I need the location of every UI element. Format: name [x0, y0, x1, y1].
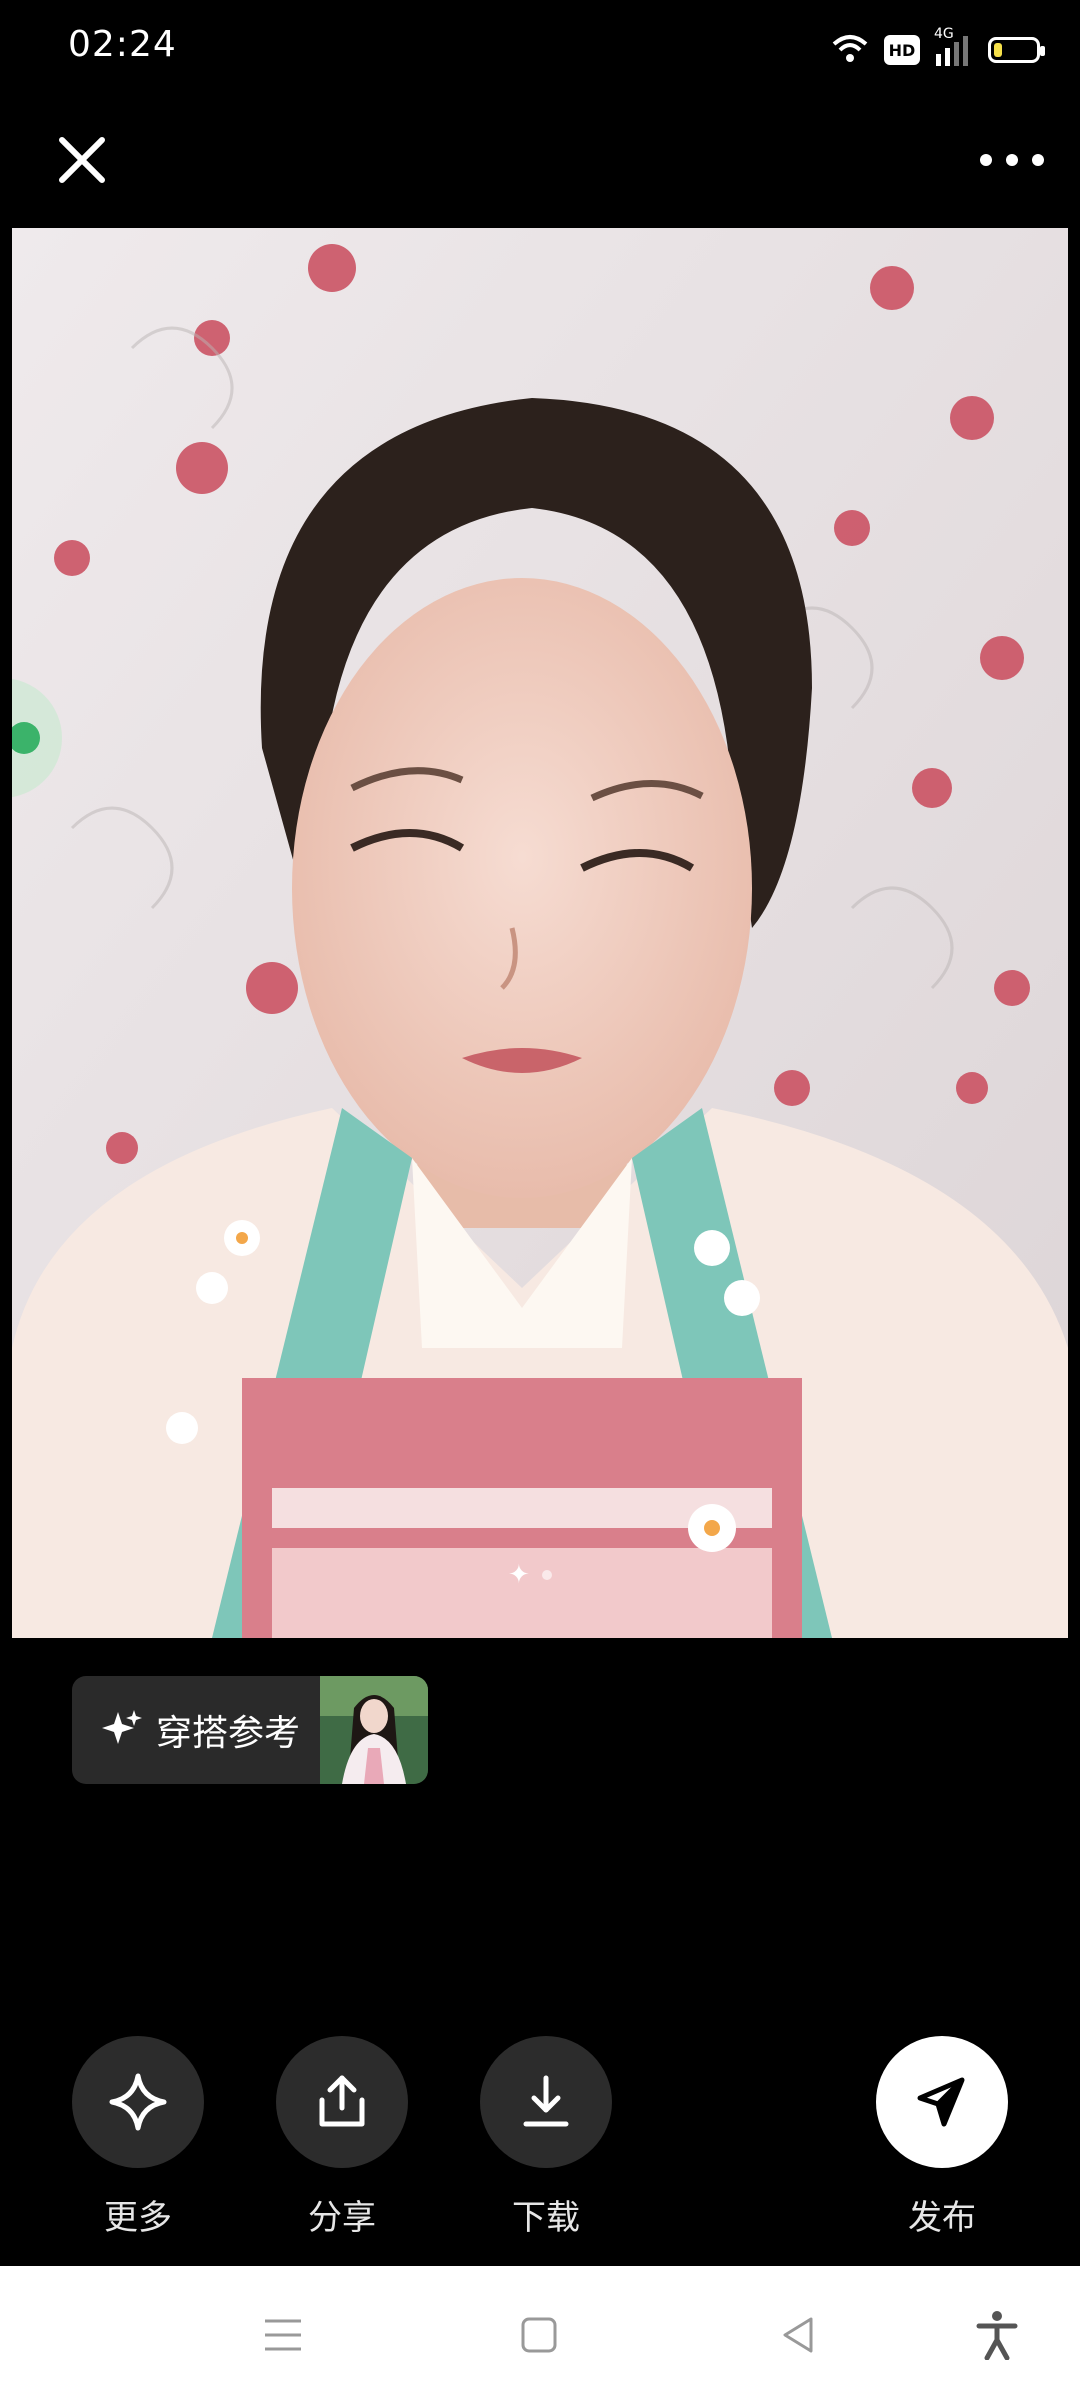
accessibility-icon [976, 2311, 1018, 2360]
more-dot [1006, 154, 1018, 166]
share-action-circle [276, 2036, 408, 2168]
page-dot [541, 1570, 552, 1580]
more-options-button[interactable] [980, 132, 1044, 188]
publish-action-circle [876, 2036, 1008, 2168]
download-action-circle [480, 2036, 612, 2168]
home-square-icon [521, 2317, 557, 2353]
outfit-reference-label-wrap: 穿搭参考 [72, 1676, 320, 1784]
system-nav-bar [0, 2266, 1080, 2400]
close-icon [59, 137, 105, 183]
outfit-reference-button[interactable]: 穿搭参考 [72, 1676, 429, 1784]
download-icon [523, 2075, 569, 2127]
page-indicator: ✦ [508, 1560, 552, 1590]
outfit-thumbnail-image [320, 1676, 429, 1784]
accessibility-button[interactable] [970, 2308, 1024, 2362]
top-bar [0, 96, 1080, 226]
sparkle-page-dot: ✦ [508, 1560, 530, 1590]
outfit-thumbnail [320, 1676, 429, 1784]
sparkle-icon [102, 1710, 142, 1744]
publish-action-label: 发布 [908, 2198, 976, 2238]
more-action-label: 更多 [104, 2198, 172, 2238]
share-action-label: 分享 [308, 2198, 376, 2238]
publish-action[interactable]: 发布 [862, 2036, 1022, 2239]
menu-button[interactable] [256, 2308, 310, 2362]
network-type-label: 4G [934, 26, 954, 42]
generated-photo[interactable] [12, 228, 1068, 1638]
more-action-circle [72, 2036, 204, 2168]
more-dot [980, 154, 992, 166]
portrait-image [12, 228, 1068, 1638]
more-dot [1032, 154, 1044, 166]
share-action[interactable]: 分享 [262, 2036, 422, 2239]
status-time: 02:24 [68, 24, 177, 65]
download-action[interactable]: 下载 [466, 2036, 626, 2239]
download-action-label: 下载 [512, 2198, 580, 2238]
signal-icon: 4G [934, 26, 974, 68]
home-button[interactable] [512, 2308, 566, 2362]
send-icon [917, 2077, 965, 2127]
status-icons: HD 4G [830, 26, 1045, 72]
close-button[interactable] [54, 132, 110, 188]
outfit-reference-label: 穿搭参考 [156, 1713, 301, 1754]
hd-icon: HD [884, 35, 920, 65]
battery-fill [994, 43, 1002, 57]
back-button[interactable] [772, 2308, 826, 2362]
action-row: 更多 分享 下载 发布 [0, 2036, 1080, 2256]
status-bar: 02:24 HD 4G [0, 0, 1080, 96]
menu-icon [265, 2319, 301, 2351]
share-icon [319, 2075, 365, 2127]
wifi-icon [830, 32, 870, 68]
battery-icon [988, 37, 1045, 63]
sparkle-icon [109, 2073, 167, 2131]
back-triangle-icon [783, 2317, 813, 2353]
more-action[interactable]: 更多 [58, 2036, 218, 2239]
